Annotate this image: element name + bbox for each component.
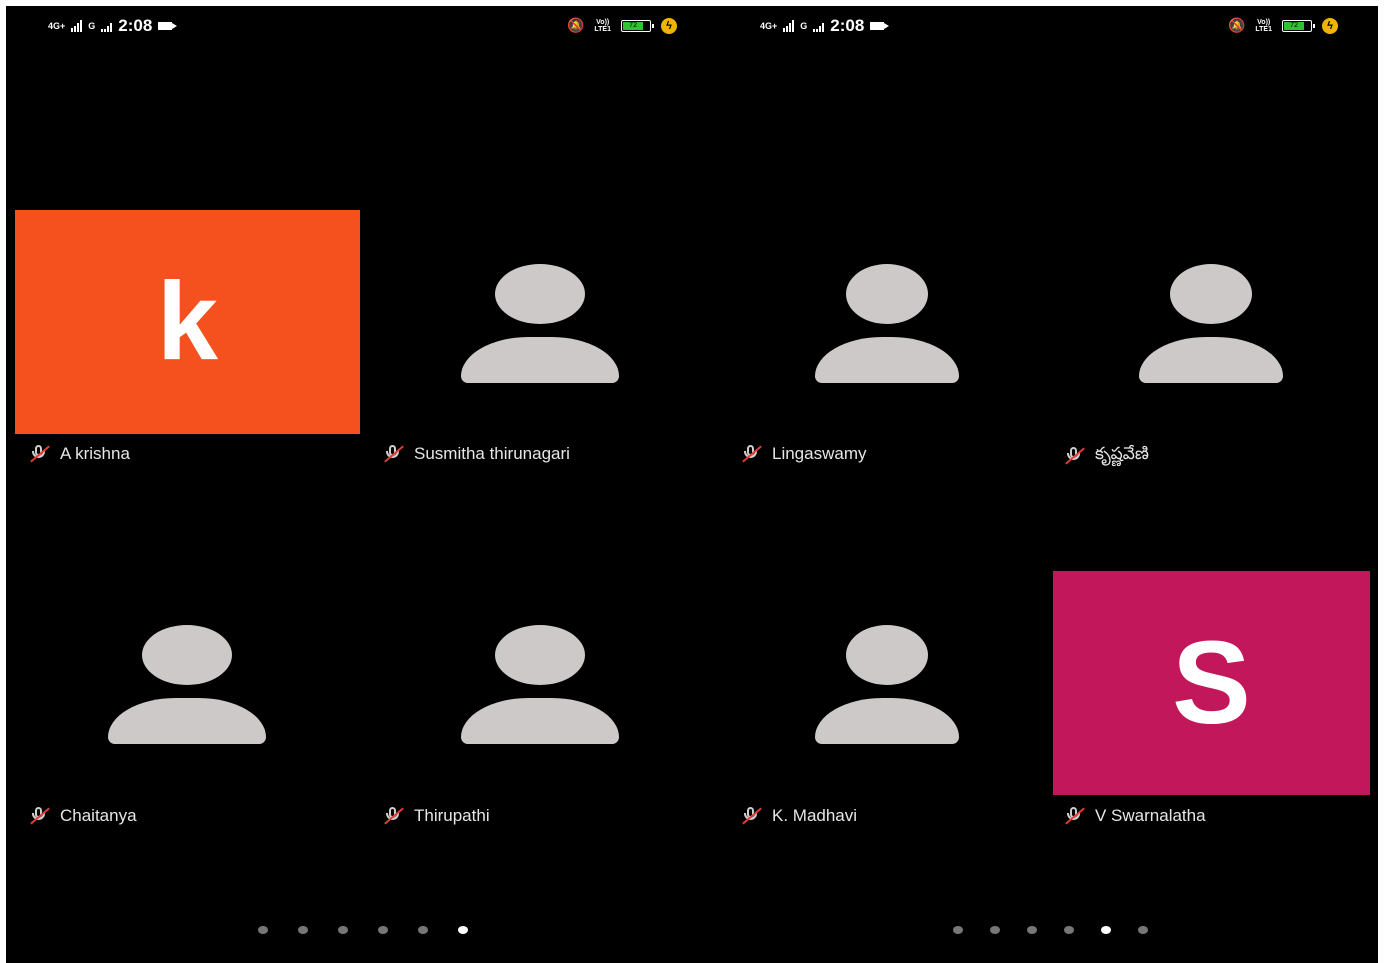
- participant-avatar[interactable]: k: [15, 210, 360, 434]
- participant-name: కృష్ణవేణి: [1063, 444, 1149, 468]
- charging-icon: ϟ: [661, 17, 677, 34]
- page-dot[interactable]: [338, 926, 348, 934]
- participant-name-label: Lingaswamy: [772, 444, 867, 463]
- clock: 2:08: [118, 16, 153, 35]
- clock: 2:08: [830, 16, 865, 35]
- network2-indicator: G: [88, 20, 96, 31]
- participant-name-label: K. Madhavi: [772, 806, 858, 825]
- participant-name-label: Susmitha thirunagari: [414, 444, 570, 463]
- participant-name-label: కృష్ణవేణి: [1095, 444, 1149, 463]
- page-dot[interactable]: [990, 926, 1000, 934]
- mic-off-icon: [740, 444, 762, 464]
- notifications-off-icon: 🔕: [566, 17, 585, 33]
- page-indicator[interactable]: [258, 926, 468, 934]
- signal-icon: [783, 20, 795, 32]
- page-dot-active[interactable]: [1101, 926, 1111, 934]
- page-dot[interactable]: [298, 926, 308, 934]
- mic-off-icon: [382, 806, 404, 826]
- charging-icon: ϟ: [1322, 17, 1338, 34]
- participant-name: V Swarnalatha: [1063, 806, 1206, 826]
- page-dot[interactable]: [953, 926, 963, 934]
- page-dot-active[interactable]: [458, 926, 468, 934]
- person-icon[interactable]: [461, 264, 621, 384]
- participant-name: Lingaswamy: [740, 444, 867, 464]
- participant-name: A krishna: [28, 444, 130, 464]
- status-bar: 4G+ G 2:08 🔕 Vo)) LTE1 72 ϟ: [6, 6, 715, 44]
- network2-indicator: G: [800, 20, 808, 31]
- volte-indicator: Vo)) LTE1: [594, 18, 611, 33]
- person-icon[interactable]: [461, 625, 621, 745]
- avatar-letter: k: [156, 260, 219, 383]
- mic-off-icon: [28, 806, 50, 826]
- mic-off-icon: [1063, 806, 1085, 826]
- participant-name: Susmitha thirunagari: [382, 444, 570, 464]
- participant-name: Thirupathi: [382, 806, 490, 826]
- mic-off-icon: [1063, 446, 1085, 466]
- page-dot[interactable]: [418, 926, 428, 934]
- screen-left: 4G+ G 2:08 🔕 Vo)) LTE1 72 ϟ k A krishna S…: [6, 6, 715, 963]
- person-icon[interactable]: [815, 264, 961, 384]
- page-dot[interactable]: [1027, 926, 1037, 934]
- volte-indicator: Vo)) LTE1: [1255, 18, 1272, 33]
- page-dot[interactable]: [1138, 926, 1148, 934]
- status-bar: 4G+ G 2:08 🔕 Vo)) LTE1 72 ϟ: [715, 6, 1378, 44]
- notifications-off-icon: 🔕: [1227, 17, 1246, 33]
- avatar-letter: S: [1172, 617, 1251, 749]
- participant-name-label: Thirupathi: [414, 806, 490, 825]
- participant-name: Chaitanya: [28, 806, 137, 826]
- battery-icon: 72: [1282, 19, 1315, 32]
- participant-name-label: V Swarnalatha: [1095, 806, 1206, 825]
- person-icon[interactable]: [815, 625, 961, 745]
- participant-name-label: Chaitanya: [60, 806, 137, 825]
- page-indicator[interactable]: [953, 926, 1148, 934]
- video-camera-icon: [158, 22, 178, 30]
- signal2-icon: [101, 20, 113, 32]
- person-icon[interactable]: [108, 625, 268, 745]
- video-camera-icon: [870, 22, 890, 30]
- person-icon[interactable]: [1139, 264, 1285, 384]
- signal-icon: [71, 20, 83, 32]
- network-indicator: 4G+: [48, 20, 66, 31]
- page-dot[interactable]: [1064, 926, 1074, 934]
- page-dot[interactable]: [258, 926, 268, 934]
- participant-name-label: A krishna: [60, 444, 130, 463]
- participant-avatar[interactable]: S: [1053, 571, 1370, 795]
- page-dot[interactable]: [378, 926, 388, 934]
- participant-name: K. Madhavi: [740, 806, 857, 826]
- network-indicator: 4G+: [760, 20, 778, 31]
- battery-icon: 72: [621, 19, 654, 32]
- mic-off-icon: [740, 806, 762, 826]
- signal2-icon: [813, 20, 825, 32]
- screen-right: 4G+ G 2:08 🔕 Vo)) LTE1 72 ϟ Lingaswamy కృ…: [715, 6, 1378, 963]
- mic-off-icon: [382, 444, 404, 464]
- mic-off-icon: [28, 444, 50, 464]
